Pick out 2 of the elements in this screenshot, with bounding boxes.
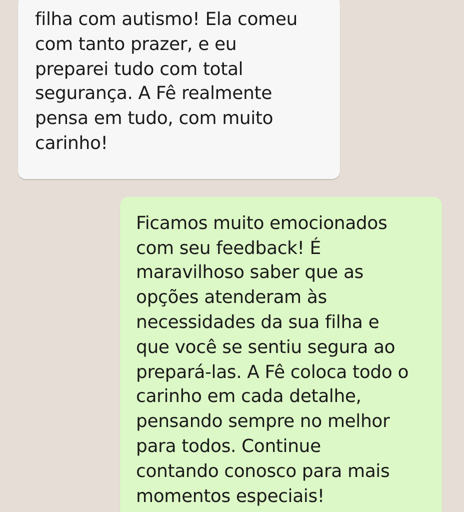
message-text: filha com autismo! Ela comeu com tanto prazer, e eu preparei tudo com total segurança. A Fê realmente pensa em tudo, com muito carinho! — [35, 8, 298, 156]
message-text: Ficamos muito emocionados com seu feedback! É maravilhoso saber que as opções atenderam às necessidades da sua filha e que você se sentiu segura ao prepará-las. A Fê coloca todo o carinho em cada detalhe, pensando sempre no melhor para todos. Continue contando conosco para mais momentos especiais! — [136, 212, 410, 509]
